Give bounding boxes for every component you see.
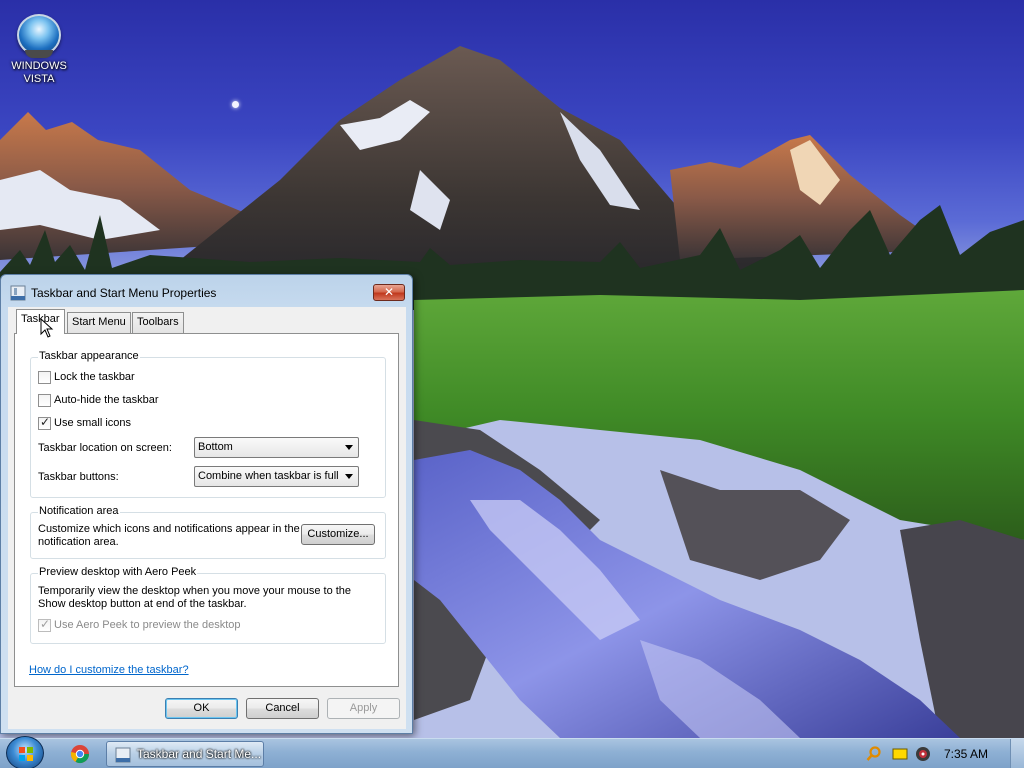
customize-button-label: Customize... [307,528,369,540]
notification-description: Customize which icons and notifications … [38,523,300,549]
taskbar-buttons-select[interactable]: Combine when taskbar is full [194,466,359,487]
system-clock[interactable]: 7:35 AM [944,747,988,761]
taskbar-properties-icon [115,747,131,763]
close-button[interactable]: ✕ [373,284,405,301]
ok-button-label: OK [193,702,210,714]
small-icons-option[interactable]: Use small icons [38,415,131,431]
group-heading: Preview desktop with Aero Peek [38,566,198,578]
windows-start-orb [19,747,33,761]
customize-button[interactable]: Customize... [301,524,375,545]
help-link[interactable]: How do I customize the taskbar? [29,664,189,676]
taskbar-tab-panel: Taskbar appearance Lock the taskbar Auto… [14,333,399,687]
taskbar-location-select[interactable]: Bottom [194,437,359,458]
aero-peek-description: Temporarily view the desktop when you mo… [38,585,351,611]
taskbar-properties-icon [10,285,26,301]
desktop-icon-label: WINDOWS VISTA [11,60,67,85]
close-icon: ✕ [383,285,395,299]
description-line: Show desktop button at end of the taskba… [38,598,247,610]
tab-start-menu[interactable]: Start Menu [67,312,131,333]
tab-label: Start Menu [72,316,126,328]
tab-label: Toolbars [137,316,179,328]
description-line: Temporarily view the desktop when you mo… [38,585,352,597]
auto-hide-label: Auto-hide the taskbar [54,394,159,406]
lock-taskbar-checkbox[interactable] [38,370,51,384]
group-heading: Taskbar appearance [38,350,140,362]
cancel-button[interactable]: Cancel [246,698,319,719]
task-label: Taskbar and Start Me... [137,747,262,761]
small-icons-label: Use small icons [54,417,132,429]
chrome-icon[interactable] [70,744,90,764]
location-label: Taskbar location on screen: [38,442,172,454]
auto-hide-option[interactable]: Auto-hide the taskbar [38,392,159,408]
chevron-down-icon [345,445,353,450]
mouse-pointer-icon [40,318,54,338]
search-magnifier-icon[interactable] [866,746,882,762]
show-desktop-button[interactable] [1010,739,1024,768]
description-line: Customize which icons and notifications … [38,523,300,535]
aero-peek-option: Use Aero Peek to preview the desktop [38,617,241,633]
apply-button-label: Apply [349,702,378,714]
desktop-icon-windows-vista[interactable]: WINDOWS VISTA [6,14,72,86]
record-disc-icon[interactable] [915,746,931,762]
start-button[interactable] [6,736,44,768]
auto-hide-checkbox[interactable] [38,393,51,407]
taskbar-properties-dialog: Taskbar and Start Menu Properties ✕ Task… [0,274,413,734]
cancel-button-label: Cancel [265,702,300,714]
chevron-down-icon [345,474,353,479]
aero-peek-checkbox [38,617,51,632]
tab-toolbars[interactable]: Toolbars [132,312,184,333]
group-heading: Notification area [38,505,120,517]
taskbar: Taskbar and Start Me... 7:35 AM [0,736,1024,768]
small-icons-checkbox[interactable] [38,415,51,430]
ok-button[interactable]: OK [165,698,238,719]
taskbar-location-value: Bottom [198,441,233,453]
lock-taskbar-option[interactable]: Lock the taskbar [38,369,135,385]
dialog-client-area: Taskbar Start Menu Toolbars Taskbar appe… [8,307,406,729]
taskbar-task-button[interactable]: Taskbar and Start Me... [106,741,264,767]
dialog-title: Taskbar and Start Menu Properties [31,286,217,300]
taskbar-buttons-value: Combine when taskbar is full [198,470,339,482]
moon [232,101,239,108]
apply-button: Apply [327,698,400,719]
description-line: notification area. [38,536,119,548]
windows-vista-disc-icon [17,14,61,58]
yellow-note-icon[interactable] [892,746,908,762]
buttons-label: Taskbar buttons: [38,471,119,483]
aero-peek-label: Use Aero Peek to preview the desktop [54,619,241,631]
lock-taskbar-label: Lock the taskbar [54,371,135,383]
dialog-titlebar[interactable]: Taskbar and Start Menu Properties ✕ [1,275,412,309]
